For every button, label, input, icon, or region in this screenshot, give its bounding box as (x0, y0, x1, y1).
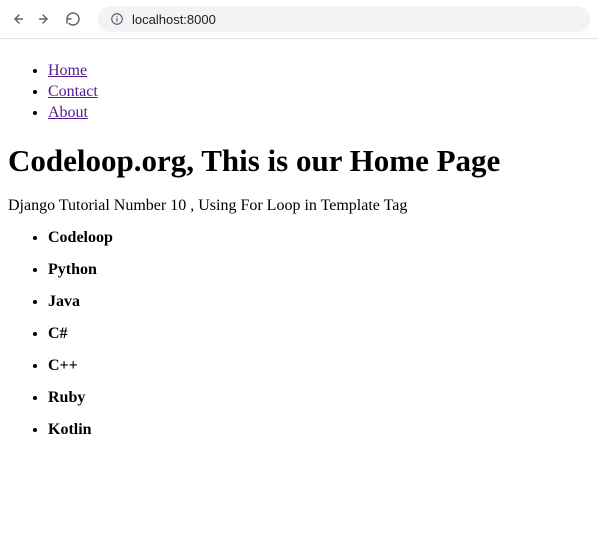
page-description: Django Tutorial Number 10 , Using For Lo… (8, 197, 590, 215)
nav-link-about[interactable]: About (48, 104, 88, 121)
list-item-label: Ruby (48, 389, 85, 406)
nav-item-home: Home (48, 61, 590, 82)
list-item: Codeloop (48, 229, 590, 247)
reload-icon[interactable] (64, 10, 82, 28)
list-item: Python (48, 261, 590, 279)
forward-icon[interactable] (36, 10, 54, 28)
page-content: Home Contact About Codeloop.org, This is… (0, 39, 598, 461)
browser-toolbar: localhost:8000 (0, 0, 598, 39)
list-item: Java (48, 293, 590, 311)
list-item: C++ (48, 357, 590, 375)
address-bar[interactable]: localhost:8000 (98, 6, 590, 32)
nav-list: Home Contact About (8, 61, 590, 123)
info-icon (110, 12, 124, 26)
nav-item-about: About (48, 103, 590, 124)
list-item: Kotlin (48, 421, 590, 439)
item-list: Codeloop Python Java C# C++ Ruby Kotlin (8, 229, 590, 439)
list-item-label: Python (48, 261, 97, 278)
back-icon[interactable] (8, 10, 26, 28)
list-item-label: Java (48, 293, 80, 310)
list-item-label: C++ (48, 357, 78, 374)
list-item-label: Codeloop (48, 229, 113, 246)
nav-link-contact[interactable]: Contact (48, 83, 98, 100)
list-item: Ruby (48, 389, 590, 407)
url-text: localhost:8000 (132, 12, 216, 27)
list-item: C# (48, 325, 590, 343)
page-title: Codeloop.org, This is our Home Page (8, 143, 590, 179)
nav-link-home[interactable]: Home (48, 62, 87, 79)
nav-item-contact: Contact (48, 82, 590, 103)
list-item-label: C# (48, 325, 68, 342)
list-item-label: Kotlin (48, 421, 92, 438)
